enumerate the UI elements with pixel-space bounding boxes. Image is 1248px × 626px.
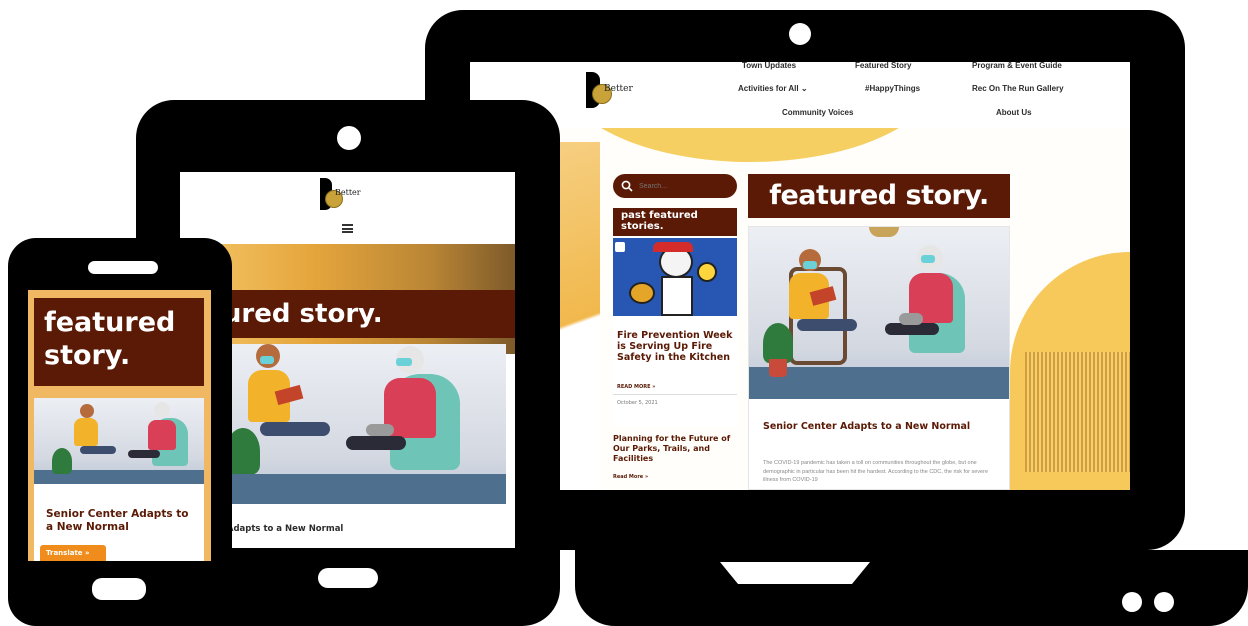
woman-legs — [80, 446, 116, 454]
spatula — [697, 262, 717, 282]
senior-legs — [346, 436, 406, 450]
phone-screen: featured story. Senior Center Adapts to … — [28, 290, 211, 561]
phone-article-illustration — [34, 398, 204, 484]
post1-read-more[interactable]: READ MORE » — [617, 384, 656, 390]
face-mask-icon-2 — [396, 358, 412, 366]
senior-shirt — [148, 420, 176, 450]
nav-featured-story[interactable]: Featured Story — [855, 62, 911, 70]
fire-logo-icon — [615, 242, 625, 252]
article-illustration — [749, 227, 1009, 399]
dalmatian-apron — [661, 276, 693, 316]
logo-text: Better — [335, 188, 361, 197]
tablet-device-icon — [899, 313, 923, 325]
tablet-device-icon — [366, 424, 394, 436]
article-title[interactable]: Senior Center Adapts to a New Normal — [763, 421, 993, 433]
nav-town-updates[interactable]: Town Updates — [742, 62, 796, 70]
ceiling-lamp — [869, 227, 899, 237]
face-mask-icon — [260, 356, 274, 364]
woman-legs — [260, 422, 330, 436]
nav-community-voices[interactable]: Community Voices — [782, 108, 853, 117]
woman-shirt — [74, 418, 98, 446]
phone-article-title[interactable]: Senior Center Adapts to a New Normal — [46, 508, 196, 534]
nav-activities-label: Activities for All — [738, 84, 799, 93]
sidebar-title: past featured stories. — [613, 208, 737, 236]
tablet-article-illustration — [226, 344, 506, 504]
nav-about-us[interactable]: About Us — [996, 108, 1032, 117]
translate-button[interactable]: Translate » — [40, 545, 106, 561]
tablet-logo[interactable]: Better — [320, 178, 380, 210]
nav-happy-things[interactable]: #HappyThings — [865, 84, 920, 93]
rug — [226, 474, 506, 504]
rug — [749, 367, 1009, 399]
post2-read-more[interactable]: Read More » — [613, 474, 648, 480]
featured-article-card[interactable]: Senior Center Adapts to a New Normal The… — [748, 226, 1010, 490]
logo-text: Better — [604, 84, 633, 94]
plant-icon — [763, 323, 793, 363]
search-input[interactable] — [637, 178, 733, 194]
laptop-led-2 — [1154, 592, 1174, 612]
site-header — [470, 62, 1130, 128]
phone-home-button — [92, 578, 146, 600]
food-plate — [629, 282, 655, 304]
nav-program-guide[interactable]: Program & Event Guide — [972, 62, 1062, 70]
site-logo[interactable]: Better — [586, 72, 640, 108]
phone-speaker — [88, 261, 158, 274]
woman-legs — [797, 319, 857, 331]
post2-title[interactable]: Planning for the Future of Our Parks, Tr… — [613, 434, 737, 464]
post1-date: October 5, 2021 — [617, 400, 658, 406]
post1-title[interactable]: Fire Prevention Week is Serving Up Fire … — [617, 330, 733, 363]
woman-head — [80, 404, 94, 418]
senior-hair — [154, 402, 170, 418]
plant-icon — [52, 448, 72, 474]
main-heading: featured story. — [748, 174, 1010, 218]
background-stripes-right — [1025, 352, 1130, 472]
nav-rec-gallery[interactable]: Rec On The Run Gallery — [972, 84, 1064, 93]
search-bar[interactable] — [613, 174, 737, 198]
sidebar-post-card-1[interactable]: Fire Prevention Week is Serving Up Fire … — [613, 238, 737, 426]
chevron-down-icon: ⌄ — [800, 84, 808, 93]
search-icon — [621, 180, 633, 192]
plant-pot — [769, 359, 787, 377]
laptop-screen: Better Town Updates Featured Story Progr… — [470, 62, 1130, 490]
face-mask-icon — [803, 261, 817, 269]
laptop-base — [575, 550, 1248, 626]
fire-prevention-thumbnail — [613, 238, 737, 316]
face-mask-icon-2 — [921, 255, 935, 263]
article-excerpt: The COVID-19 pandemic has taken a toll o… — [763, 460, 989, 483]
tablet-camera — [337, 126, 361, 150]
fire-helmet — [653, 242, 693, 252]
tablet-article-title[interactable]: Senior Center Adapts to a New Normal — [180, 524, 515, 534]
laptop-camera — [789, 23, 811, 45]
phone-heading: featured story. — [34, 298, 204, 386]
senior-legs — [128, 450, 160, 458]
tablet-home-button — [318, 568, 378, 588]
phone-article-card[interactable]: Senior Center Adapts to a New Normal — [34, 398, 204, 561]
nav-activities[interactable]: Activities for All ⌄ — [738, 84, 808, 93]
laptop-led-1 — [1122, 592, 1142, 612]
laptop-notch — [720, 562, 870, 584]
post1-divider — [613, 394, 737, 395]
hamburger-icon[interactable] — [342, 224, 353, 233]
